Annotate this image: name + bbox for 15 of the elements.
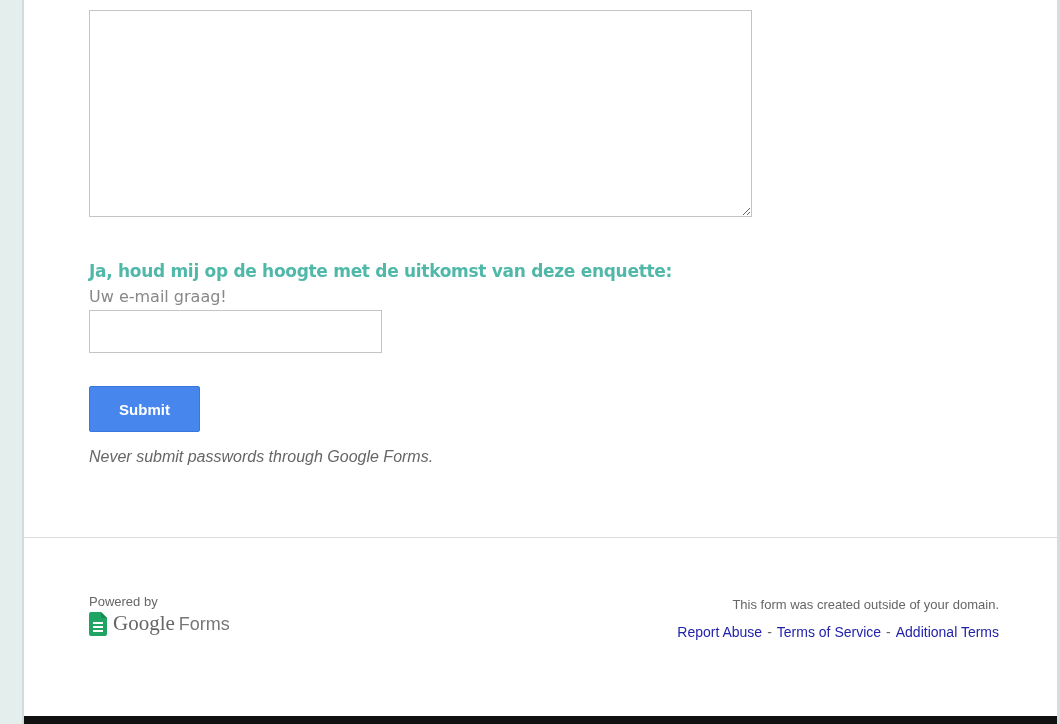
question-help-text: Uw e-mail graag! bbox=[89, 287, 227, 306]
domain-notice: This form was created outside of your domain. bbox=[732, 597, 999, 612]
footer-link[interactable]: Terms of Service bbox=[776, 624, 882, 640]
submit-button[interactable]: Submit bbox=[89, 386, 200, 432]
password-warning: Never submit passwords through Google Forms. bbox=[89, 448, 434, 466]
question-title: Ja, houd mij op de hoogte met de uitkomst van deze enquette: bbox=[89, 261, 673, 281]
footer-link[interactable]: Report Abuse bbox=[677, 624, 763, 640]
product-logo: Google Forms bbox=[113, 611, 230, 636]
footer-link[interactable]: Additional Terms bbox=[895, 624, 999, 640]
link-separator: - bbox=[886, 624, 891, 640]
email-field[interactable] bbox=[89, 310, 382, 353]
link-separator: - bbox=[767, 624, 772, 640]
spreadsheet-icon bbox=[89, 611, 107, 636]
comment-field[interactable] bbox=[89, 10, 752, 217]
powered-by-text: Powered by bbox=[89, 594, 158, 609]
